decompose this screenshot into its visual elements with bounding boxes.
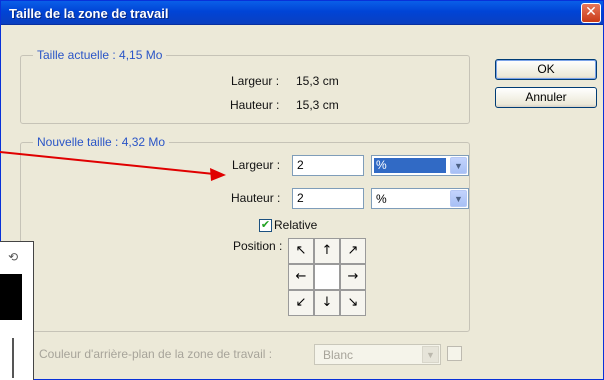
annotation-arrow — [0, 151, 226, 181]
annotation-arrow-line — [0, 151, 215, 175]
annotation-arrow-head — [210, 168, 226, 181]
